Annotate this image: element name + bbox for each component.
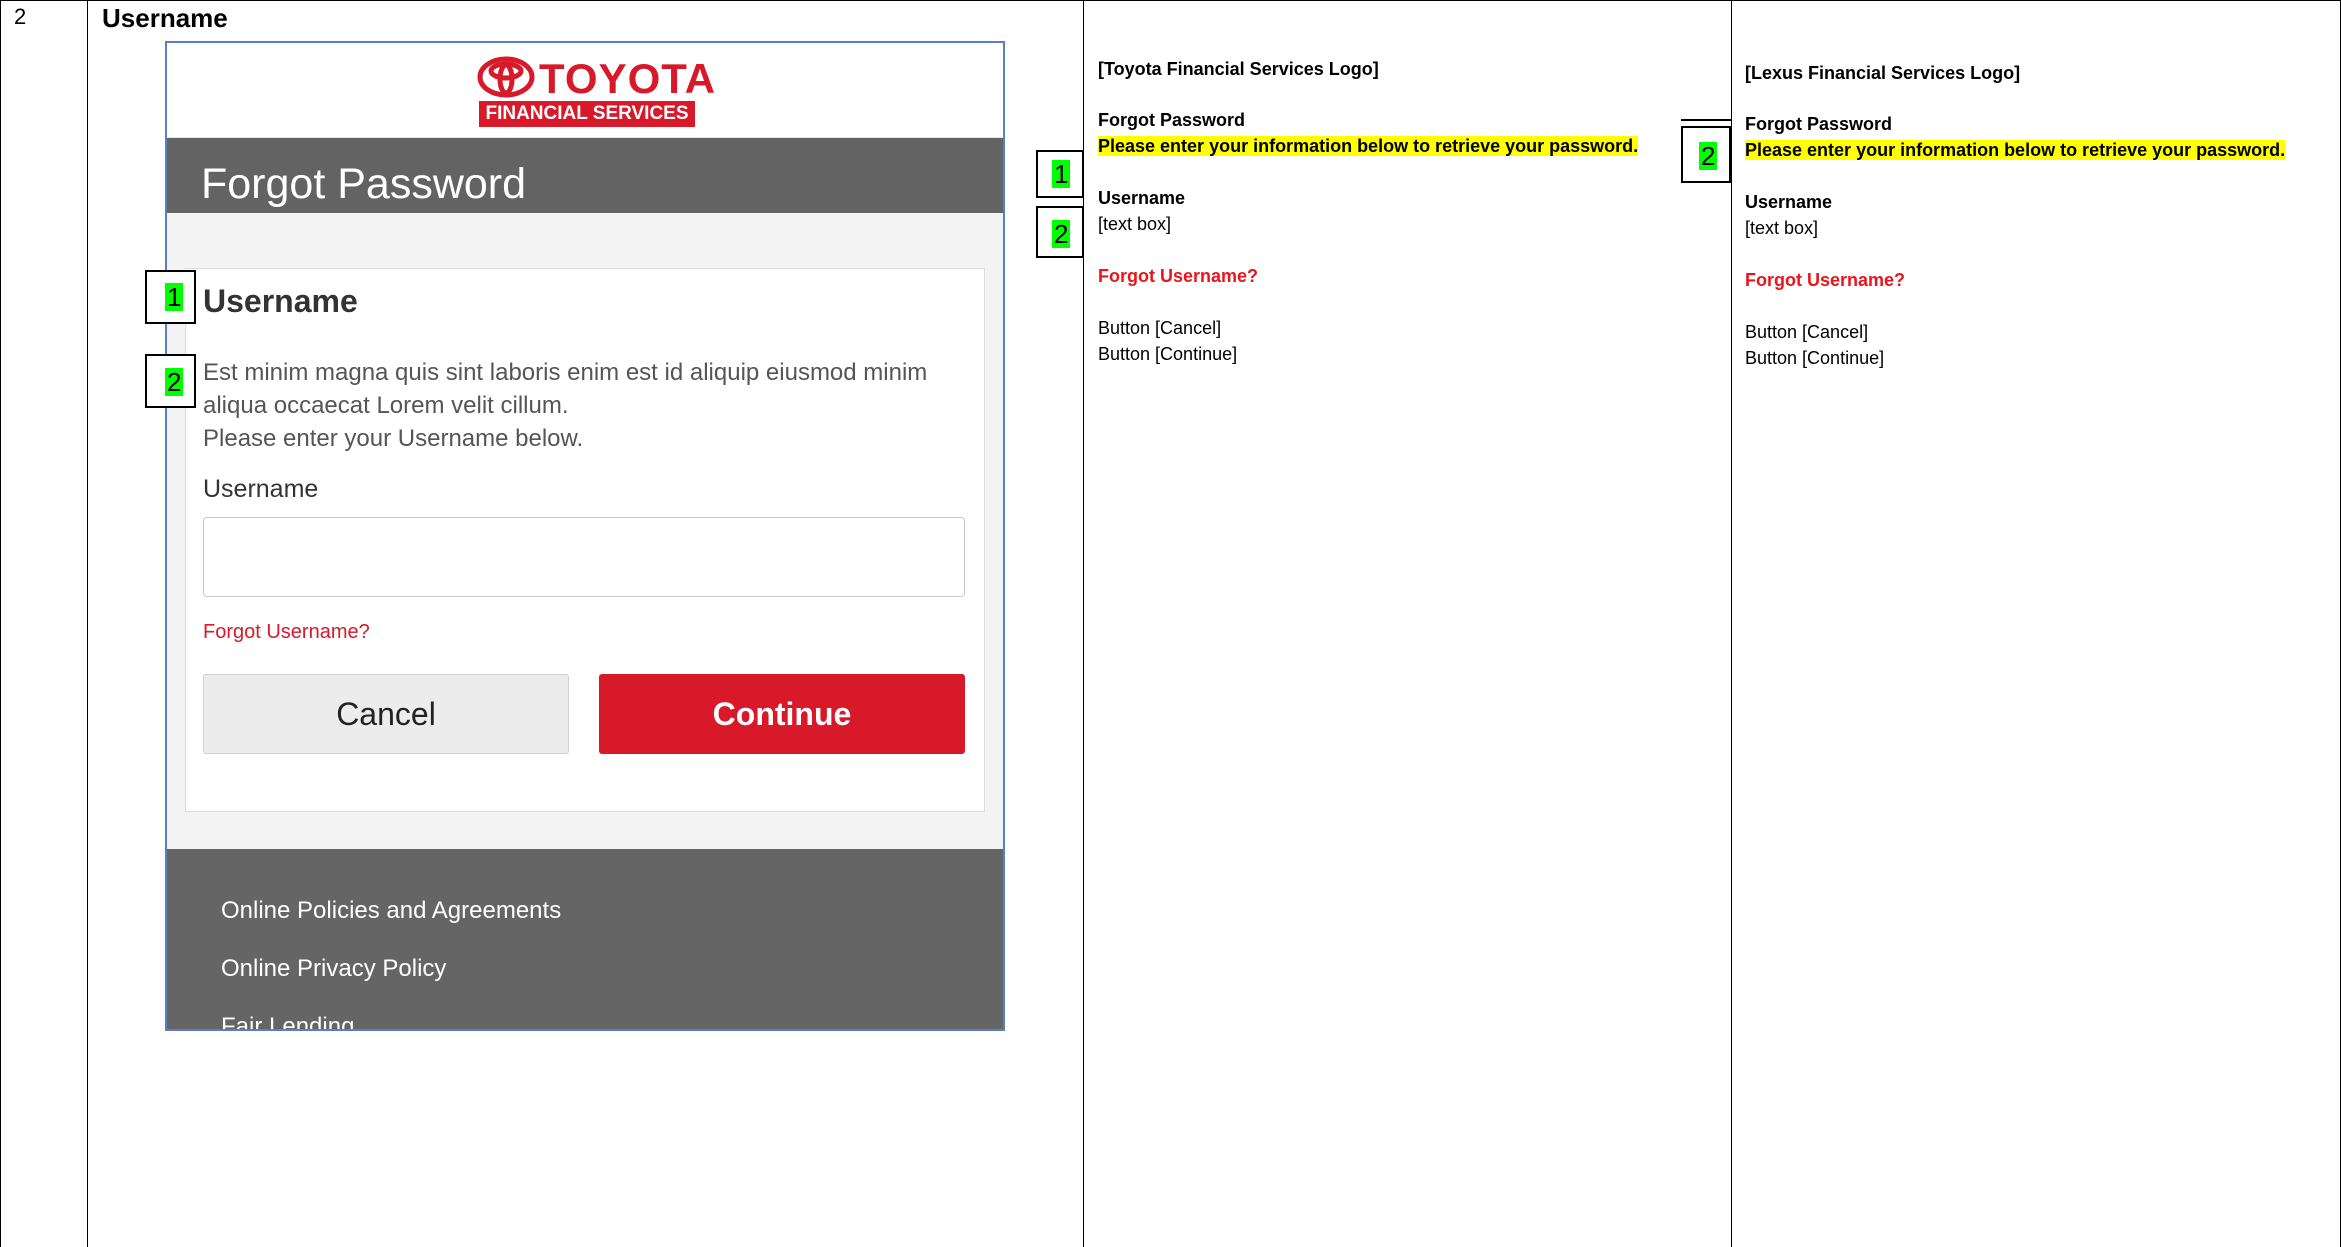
footer: Online Policies and Agreements Online Pr… (167, 849, 1003, 1029)
toyota-spec-button-continue: Button [Continue] (1098, 344, 1238, 364)
continue-button[interactable]: Continue (599, 674, 965, 754)
marker-number: 2 (165, 367, 184, 397)
financial-services-bar: FINANCIAL SERVICES (479, 101, 695, 127)
lexus-spec-field-label: Username (1745, 192, 1833, 212)
toyota-spec-title: Forgot Password (1098, 110, 1246, 130)
cancel-button[interactable]: Cancel (203, 674, 569, 754)
mockup-marker-1: 1 (145, 270, 196, 324)
card-description-line-1: Est minim magna quis sint laboris enim e… (203, 359, 928, 386)
footer-link-fair-lending[interactable]: Fair Lending (221, 1013, 354, 1029)
card-description-line-3: Please enter your Username below. (203, 425, 584, 452)
footer-link-policies[interactable]: Online Policies and Agreements (221, 897, 561, 925)
card-description-line-2: aliqua occaecat Lorem velit cillum. (203, 392, 569, 419)
table-top-border (0, 0, 2341, 1)
toyota-spec-field-label: Username (1098, 188, 1186, 208)
footer-link-privacy[interactable]: Online Privacy Policy (221, 955, 446, 983)
lexus-spec-link: Forgot Username? (1745, 270, 1906, 290)
forgot-username-link[interactable]: Forgot Username? (203, 621, 370, 644)
column-divider-1 (87, 0, 88, 1247)
toyota-emblem-icon (477, 56, 535, 98)
mockup-screen: TOYOTA FINANCIAL SERVICES Forgot Passwor… (165, 41, 1005, 1031)
lexus-marker-rule (1681, 119, 1731, 121)
lexus-logo-placeholder: [Lexus Financial Services Logo] (1745, 63, 2021, 83)
card-heading: Username (203, 283, 358, 319)
toyota-spec-marker-2: 2 (1036, 206, 1084, 258)
toyota-spec-button-cancel: Button [Cancel] (1098, 318, 1222, 338)
marker-number: 2 (1052, 219, 1071, 249)
lexus-spec-column: [Lexus Financial Services Logo] Forgot P… (1745, 60, 2335, 371)
lexus-spec-marker-2: 2 (1681, 126, 1731, 183)
toyota-logo-placeholder: [Toyota Financial Services Logo] (1098, 59, 1379, 79)
marker-number: 1 (165, 282, 184, 312)
card-description: Est minim magna quis sint laboris enim e… (203, 356, 983, 455)
column-divider-3 (1731, 0, 1732, 1247)
table-left-border (0, 0, 1, 1247)
lexus-spec-button-continue: Button [Continue] (1745, 348, 1885, 368)
lexus-spec-title: Forgot Password (1745, 114, 1893, 134)
lexus-spec-instruction: Please enter your information below to r… (1745, 140, 2286, 160)
lexus-spec-field-value: [text box] (1745, 218, 1819, 238)
logo-header: TOYOTA FINANCIAL SERVICES (167, 43, 1003, 137)
toyota-spec-link: Forgot Username? (1098, 266, 1259, 286)
row-title: Username (102, 3, 228, 33)
toyota-spec-instruction: Please enter your information below to r… (1098, 136, 1639, 156)
mockup-marker-2: 2 (145, 354, 196, 408)
toyota-wordmark: TOYOTA (539, 55, 717, 102)
toyota-spec-marker-1: 1 (1036, 150, 1084, 198)
marker-number: 2 (1699, 141, 1718, 171)
toyota-spec-column: [Toyota Financial Services Logo] Forgot … (1098, 56, 1718, 367)
page-title: Forgot Password (201, 160, 527, 208)
username-field-label: Username (203, 475, 319, 503)
username-input[interactable] (203, 517, 965, 597)
toyota-spec-field-value: [text box] (1098, 214, 1172, 234)
row-number: 2 (14, 4, 27, 29)
marker-number: 1 (1052, 159, 1071, 189)
lexus-spec-button-cancel: Button [Cancel] (1745, 322, 1869, 342)
